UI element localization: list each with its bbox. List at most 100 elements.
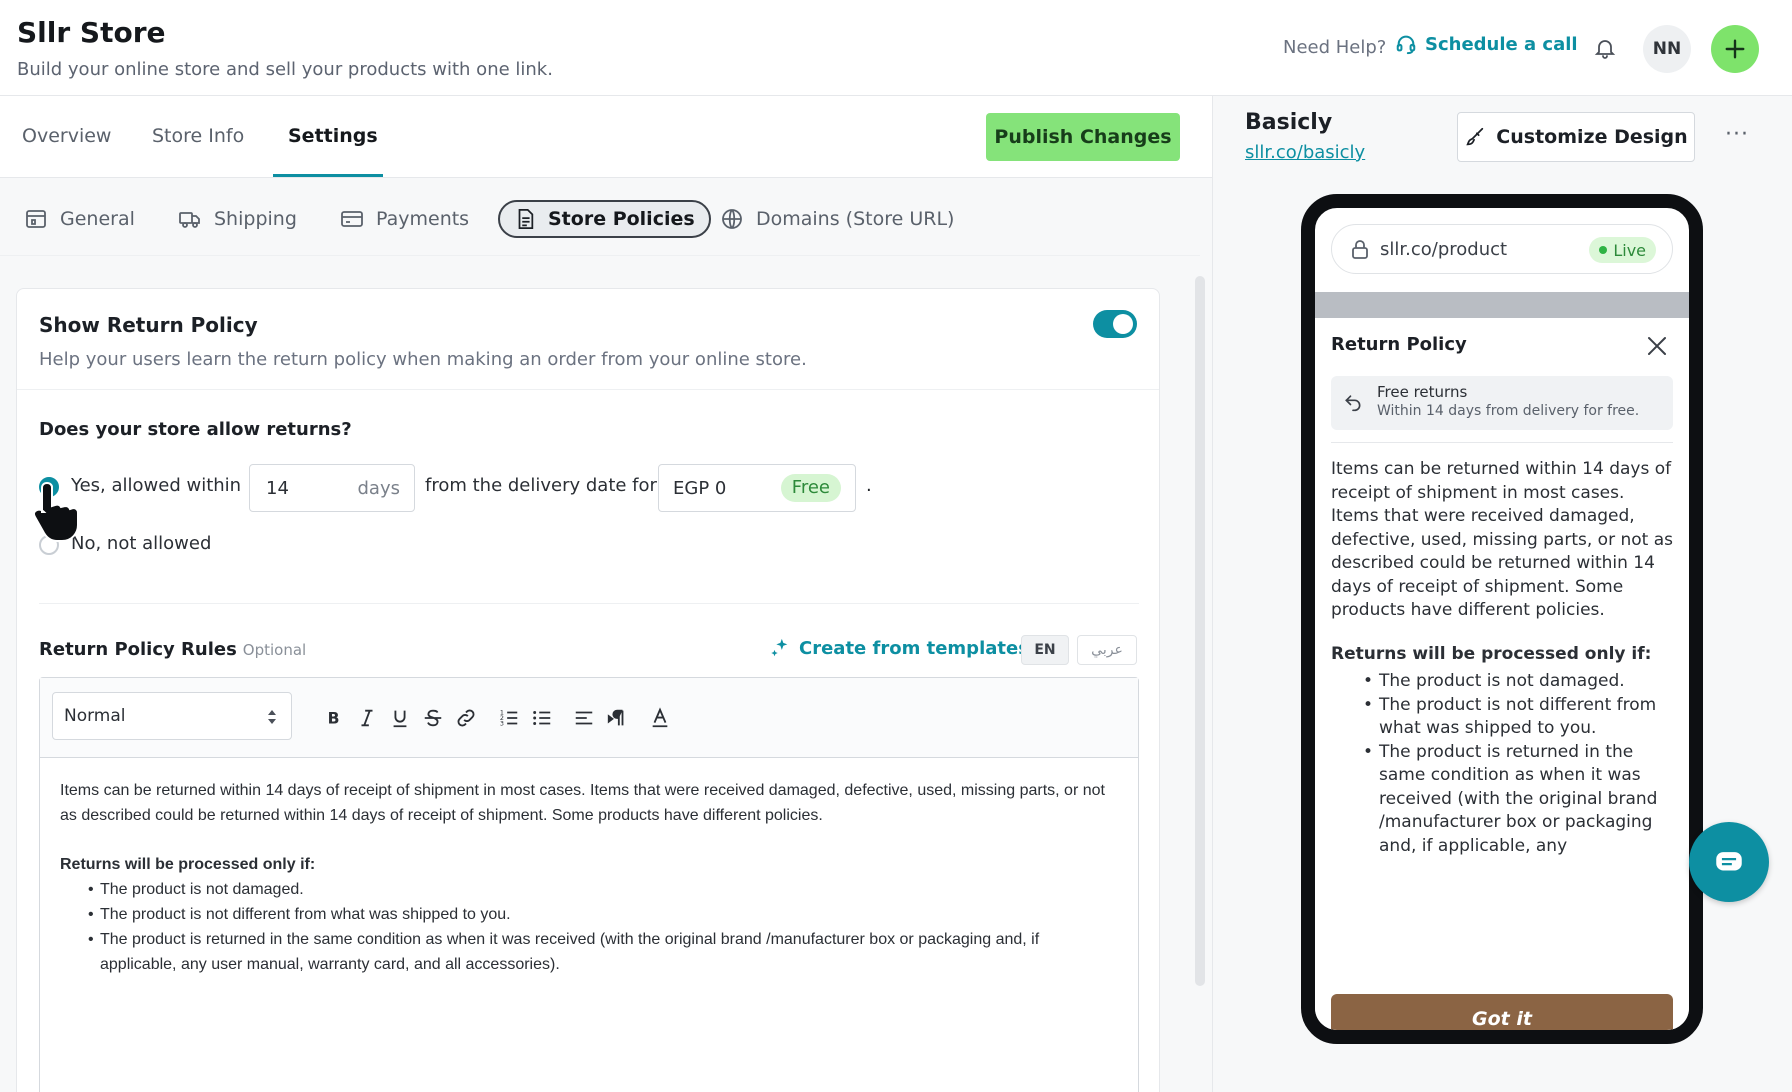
lang-ar-button[interactable]: عربي bbox=[1077, 635, 1137, 665]
live-badge: Live bbox=[1589, 237, 1656, 263]
link-icon bbox=[457, 709, 475, 727]
free-returns-title: Free returns bbox=[1377, 383, 1468, 401]
option-no-label: No, not allowed bbox=[71, 533, 212, 554]
from-delivery-label: from the delivery date for bbox=[425, 475, 657, 496]
avatar[interactable]: NN bbox=[1643, 25, 1691, 73]
truck-icon bbox=[179, 212, 200, 228]
need-help-label: Need Help? bbox=[1283, 37, 1387, 58]
tab-settings[interactable]: Settings bbox=[288, 125, 378, 147]
customize-design-label: Customize Design bbox=[1496, 126, 1688, 148]
align-button[interactable] bbox=[570, 704, 598, 732]
fee-value: EGP 0 bbox=[673, 478, 727, 499]
format-select-value: Normal bbox=[64, 706, 126, 726]
globe-icon bbox=[722, 209, 742, 229]
rich-text-editor[interactable]: Normal B 123 Items can be returned withi… bbox=[39, 677, 1139, 1092]
toggle-knob bbox=[1113, 314, 1133, 334]
subtab-domains[interactable]: Domains (Store URL) bbox=[706, 200, 968, 238]
strikethrough-button[interactable] bbox=[419, 704, 447, 732]
app-subtitle: Build your online store and sell your pr… bbox=[17, 59, 553, 80]
format-select[interactable]: Normal bbox=[52, 692, 292, 740]
create-from-templates-button[interactable]: Create from templates bbox=[769, 637, 1029, 659]
publish-changes-button[interactable]: Publish Changes bbox=[986, 113, 1180, 161]
hand-cursor-icon bbox=[32, 481, 79, 542]
italic-icon bbox=[361, 709, 373, 727]
bullet-list-button[interactable] bbox=[528, 704, 556, 732]
subtab-general[interactable]: General bbox=[10, 200, 149, 238]
divider bbox=[17, 389, 1159, 390]
add-button[interactable] bbox=[1711, 25, 1759, 73]
modal-heading: Returns will be processed only if: bbox=[1331, 643, 1652, 664]
subtab-label: Store Policies bbox=[548, 208, 695, 230]
subtab-shipping[interactable]: Shipping bbox=[164, 200, 311, 238]
lang-en-button[interactable]: EN bbox=[1021, 635, 1069, 665]
store-link[interactable]: sllr.co/basicly bbox=[1245, 142, 1365, 163]
text-direction-button[interactable] bbox=[603, 704, 631, 732]
modal-title: Return Policy bbox=[1331, 334, 1467, 355]
divider bbox=[1331, 442, 1673, 443]
preview-url-bar: sllr.co/product Live bbox=[1331, 224, 1673, 274]
modal-body: Items can be returned within 14 days of … bbox=[1331, 458, 1677, 858]
editor-bullet: The product is not different from what w… bbox=[88, 902, 1110, 927]
tab-store-info[interactable]: Store Info bbox=[152, 125, 244, 147]
schedule-call-link[interactable]: Schedule a call bbox=[1395, 33, 1578, 55]
preview-panel: Basicly sllr.co/basicly Customize Design… bbox=[1212, 96, 1792, 1092]
rules-title-text: Return Policy Rules bbox=[39, 639, 237, 660]
bold-button[interactable]: B bbox=[320, 704, 348, 732]
italic-button[interactable] bbox=[353, 704, 381, 732]
return-arrow-icon bbox=[1345, 395, 1361, 412]
subtab-label: General bbox=[60, 208, 135, 230]
returns-question: Does your store allow returns? bbox=[39, 419, 352, 440]
text-color-button[interactable] bbox=[646, 704, 674, 732]
return-days-input[interactable]: 14 days bbox=[249, 464, 415, 512]
ordered-list-icon: 123 bbox=[500, 708, 518, 727]
modal-bullet: The product is returned in the same cond… bbox=[1363, 741, 1677, 859]
more-options-button[interactable]: ··· bbox=[1725, 122, 1749, 147]
sparkle-icon bbox=[771, 638, 788, 657]
ordered-list-button[interactable]: 123 bbox=[495, 704, 523, 732]
modal-backdrop bbox=[1315, 292, 1689, 318]
underline-button[interactable] bbox=[386, 704, 414, 732]
plus-icon bbox=[1725, 39, 1745, 59]
got-it-button[interactable]: Got it bbox=[1331, 994, 1673, 1030]
main-tabs: Overview Store Info Settings Publish Cha… bbox=[0, 96, 1212, 178]
settings-subtabs: General Shipping Payments Store Policies… bbox=[0, 178, 1200, 256]
brush-icon bbox=[1466, 127, 1484, 146]
editor-toolbar: Normal B 123 bbox=[40, 678, 1138, 758]
tab-overview[interactable]: Overview bbox=[22, 125, 111, 147]
chat-button[interactable] bbox=[1689, 822, 1769, 902]
subtab-label: Shipping bbox=[214, 208, 297, 230]
bell-icon[interactable] bbox=[1593, 36, 1617, 60]
link-button[interactable] bbox=[452, 704, 480, 732]
text-direction-icon bbox=[607, 709, 624, 726]
settings-panel: Overview Store Info Settings Publish Cha… bbox=[0, 96, 1212, 1092]
rules-title: Return Policy Rules Optional bbox=[39, 639, 306, 660]
scrollbar[interactable] bbox=[1195, 276, 1205, 986]
subtab-store-policies[interactable]: Store Policies bbox=[498, 200, 711, 238]
bold-icon: B bbox=[328, 710, 340, 728]
editor-bullet: The product is returned in the same cond… bbox=[88, 927, 1110, 977]
customize-design-button[interactable]: Customize Design bbox=[1457, 112, 1695, 162]
svg-text:3: 3 bbox=[500, 719, 504, 727]
divider bbox=[39, 603, 1139, 604]
subtab-label: Domains (Store URL) bbox=[756, 208, 955, 230]
subtab-label: Payments bbox=[376, 208, 470, 230]
editor-content[interactable]: Items can be returned within 14 days of … bbox=[60, 778, 1110, 977]
editor-bullet: The product is not damaged. bbox=[88, 877, 1110, 902]
card-icon bbox=[341, 211, 363, 227]
phone-preview: sllr.co/product Live Return Policy Free … bbox=[1301, 194, 1703, 1044]
close-icon[interactable] bbox=[1645, 334, 1669, 358]
underline-icon bbox=[393, 710, 407, 728]
store-name: Basicly bbox=[1245, 110, 1333, 135]
schedule-call-label: Schedule a call bbox=[1425, 33, 1578, 55]
sentence-period: . bbox=[866, 475, 872, 496]
show-return-policy-toggle[interactable] bbox=[1093, 310, 1137, 338]
editor-heading: Returns will be processed only if: bbox=[60, 856, 316, 873]
return-fee-input[interactable]: EGP 0 Free bbox=[658, 464, 856, 512]
lock-icon bbox=[1352, 240, 1368, 259]
modal-paragraph: Items can be returned within 14 days of … bbox=[1331, 459, 1673, 620]
live-label: Live bbox=[1613, 240, 1646, 260]
modal-bullet: The product is not damaged. bbox=[1363, 670, 1677, 694]
editor-bullet-list: The product is not damaged. The product … bbox=[60, 877, 1110, 977]
subtab-payments[interactable]: Payments bbox=[326, 200, 483, 238]
active-tab-indicator bbox=[273, 174, 383, 177]
